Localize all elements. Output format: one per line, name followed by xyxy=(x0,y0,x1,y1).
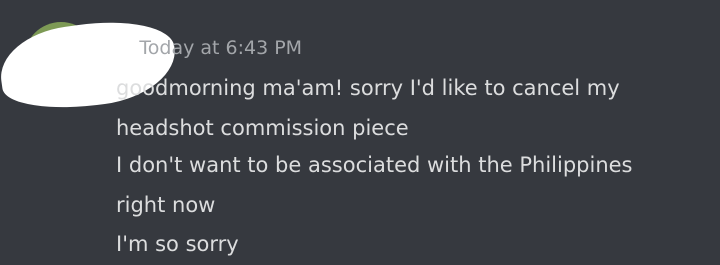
message-line: headshot commission piece xyxy=(116,116,409,140)
message-header: i Today at 6:43 PM xyxy=(117,34,302,60)
message-line: I don't want to be associated with the P… xyxy=(116,153,633,177)
message-line: right now xyxy=(116,193,216,217)
chat-message: i Today at 6:43 PM goodmorning ma'am! so… xyxy=(0,0,720,265)
message-line: goodmorning ma'am! sorry I'd like to can… xyxy=(116,76,620,100)
message-line: I'm so sorry xyxy=(116,232,239,256)
username[interactable]: i xyxy=(117,34,125,60)
timestamp: Today at 6:43 PM xyxy=(139,37,303,59)
chat-view: i Today at 6:43 PM goodmorning ma'am! so… xyxy=(0,0,720,265)
